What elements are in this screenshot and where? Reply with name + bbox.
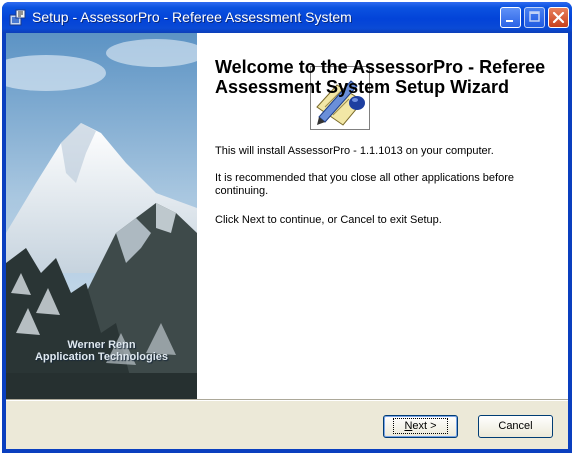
- setup-window: Setup - AssessorPro - Referee Assessment…: [2, 2, 572, 453]
- dialog-client-area: Werner Renn Application Technologies Wel…: [6, 33, 568, 449]
- maximize-icon: [529, 11, 540, 22]
- setup-app-icon: [9, 9, 26, 26]
- next-button-focus-rect: Next >: [393, 418, 448, 434]
- banner-company-name: Werner Renn: [67, 339, 136, 351]
- button-area-separator: [6, 399, 568, 401]
- close-icon: [552, 11, 565, 24]
- next-button[interactable]: Next >: [383, 415, 458, 438]
- banner-company-subtitle: Application Technologies: [34, 351, 169, 363]
- window-title: Setup - AssessorPro - Referee Assessment…: [32, 9, 352, 25]
- minimize-button[interactable]: [500, 7, 521, 28]
- continue-instruction-text: Click Next to continue, or Cancel to exi…: [215, 214, 442, 226]
- wizard-banner-image: Werner Renn Application Technologies: [6, 33, 197, 399]
- title-bar[interactable]: Setup - AssessorPro - Referee Assessment…: [2, 2, 572, 33]
- minimize-icon: [506, 20, 513, 22]
- close-button[interactable]: [548, 7, 569, 28]
- welcome-panel: Welcome to the AssessorPro - Referee Ass…: [197, 33, 568, 399]
- close-apps-recommendation-text: It is recommended that you close all oth…: [215, 172, 514, 197]
- next-button-label-rest: ext >: [412, 420, 437, 432]
- maximize-button[interactable]: [524, 7, 545, 28]
- welcome-heading: Welcome to the AssessorPro - Referee Ass…: [215, 57, 546, 97]
- install-info-text: This will install AssessorPro - 1.1.1013…: [215, 145, 494, 157]
- cancel-button[interactable]: Cancel: [478, 415, 553, 438]
